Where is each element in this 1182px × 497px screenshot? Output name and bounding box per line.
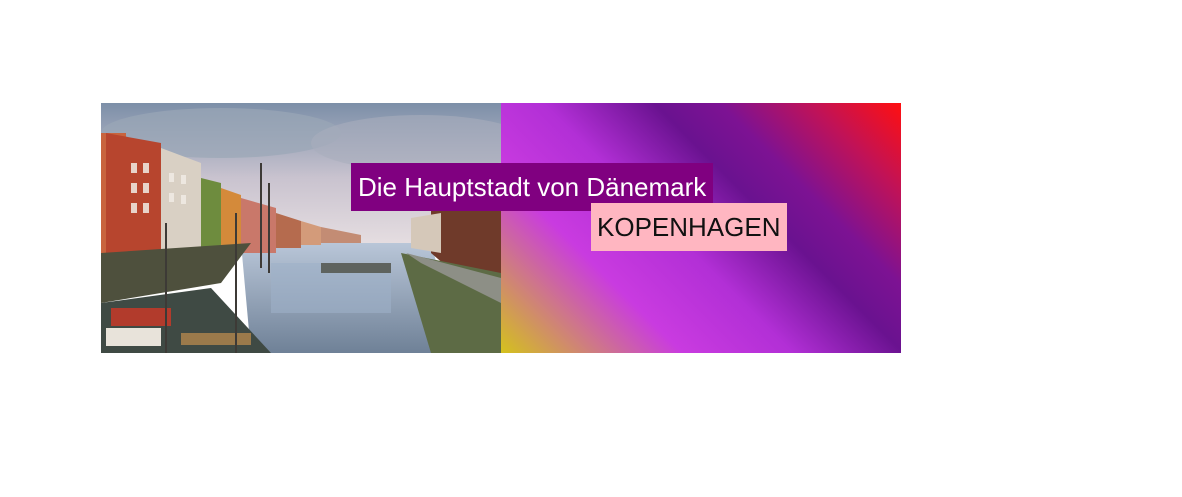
copenhagen-photo <box>101 103 501 353</box>
title-label: KOPENHAGEN <box>591 203 787 251</box>
